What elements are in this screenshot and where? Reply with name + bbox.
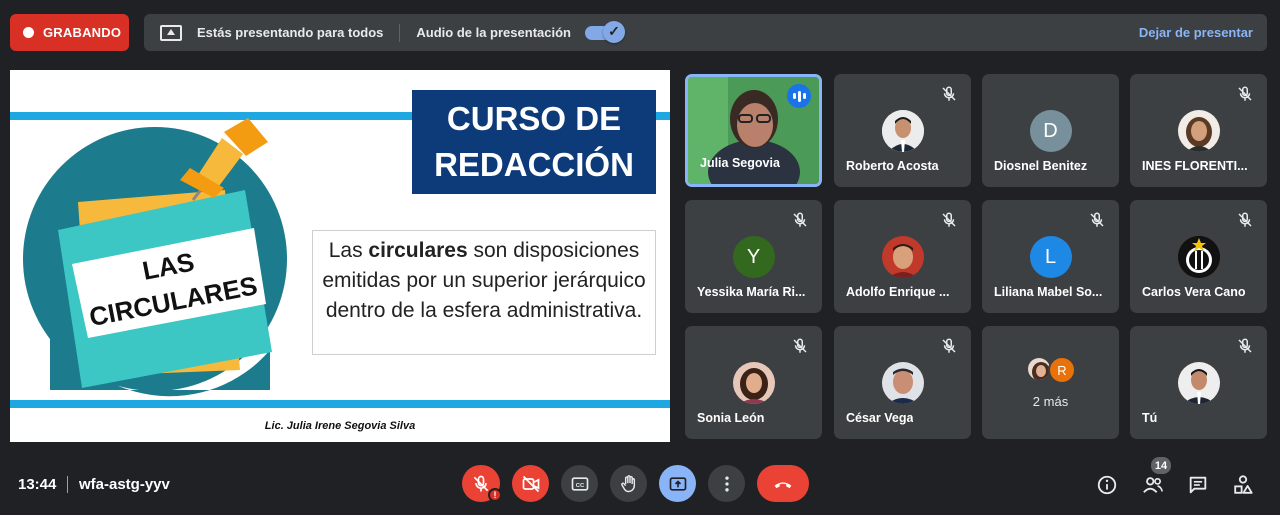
participant-name: César Vega	[846, 411, 914, 425]
participant-tile[interactable]: Y Yessika María Ri...	[685, 200, 822, 313]
mic-off-icon	[793, 212, 807, 227]
participant-tile[interactable]: D Diosnel Benitez	[982, 74, 1119, 187]
chat-button[interactable]	[1183, 470, 1213, 500]
participant-tile[interactable]: Roberto Acosta	[834, 74, 971, 187]
participant-name: Liliana Mabel So...	[994, 285, 1103, 299]
mic-off-icon	[1090, 212, 1104, 227]
camera-off-icon	[522, 475, 539, 492]
camera-button[interactable]	[512, 465, 549, 502]
speaking-indicator-icon	[787, 84, 811, 108]
self-tile[interactable]: Tú	[1130, 326, 1267, 439]
presenting-text: Estás presentando para todos	[197, 25, 384, 40]
avatar: D	[1029, 110, 1072, 152]
participant-count-badge: 14	[1151, 457, 1171, 474]
svg-text:CC: CC	[575, 482, 584, 488]
audio-toggle[interactable]: ✓	[584, 20, 625, 43]
participant-name: INES FLORENTI...	[1142, 159, 1248, 173]
presentation-bar: Estás presentando para todos Audio de la…	[144, 14, 1267, 51]
avatar	[881, 236, 924, 278]
participant-tile[interactable]: Carlos Vera Cano	[1130, 200, 1267, 313]
avatar: R	[1048, 356, 1076, 384]
participant-tile[interactable]: L Liliana Mabel So...	[982, 200, 1119, 313]
chat-icon	[1189, 476, 1207, 494]
participant-tile[interactable]: INES FLORENTI...	[1130, 74, 1267, 187]
participant-name: Carlos Vera Cano	[1142, 285, 1246, 299]
participant-name: Adolfo Enrique ...	[846, 285, 950, 299]
audio-label: Audio de la presentación	[416, 25, 571, 40]
mic-off-icon	[793, 338, 807, 353]
title-line-1: CURSO DE	[446, 100, 622, 137]
slide-author: Lic. Julia Irene Segovia Silva	[264, 420, 416, 432]
participant-tile[interactable]: Adolfo Enrique ...	[834, 200, 971, 313]
raise-hand-icon	[620, 474, 635, 492]
avatar	[1177, 110, 1220, 152]
meet-window: GRABANDO Estás presentando para todos Au…	[0, 0, 1280, 515]
more-participants-label: 2 más	[1032, 394, 1069, 409]
present-screen-icon	[160, 24, 182, 41]
avatar	[1177, 362, 1220, 404]
avatar	[732, 362, 775, 404]
check-icon: ✓	[602, 20, 625, 43]
people-icon	[1143, 477, 1163, 493]
more-options-icon	[724, 476, 729, 491]
meeting-code[interactable]: wfa-astg-yyv	[79, 476, 170, 493]
avatar: Y	[732, 236, 775, 278]
activities-button[interactable]	[1228, 470, 1258, 500]
raise-hand-button[interactable]	[610, 465, 647, 502]
description-keyword: circulares	[368, 239, 468, 262]
recording-indicator[interactable]: GRABANDO	[10, 14, 129, 51]
circulares-illustration: LAS CIRCULARES	[23, 118, 287, 397]
mic-off-icon	[1238, 86, 1252, 101]
end-call-icon	[774, 481, 792, 488]
slide-stripe-bottom	[10, 400, 670, 408]
mic-off-icon	[1238, 338, 1252, 353]
captions-icon: CC	[571, 476, 588, 491]
present-now-button[interactable]	[659, 465, 696, 502]
divider	[399, 23, 401, 42]
more-options-button[interactable]	[708, 465, 745, 502]
overflow-participants-tile[interactable]: R 2 más	[982, 326, 1119, 439]
info-icon	[1097, 475, 1117, 495]
stop-presenting-button[interactable]: Dejar de presentar	[1139, 25, 1253, 40]
captions-button[interactable]: CC	[561, 465, 598, 502]
participant-name: Diosnel Benitez	[994, 159, 1088, 173]
people-button[interactable]	[1138, 470, 1168, 500]
mic-off-icon	[942, 338, 956, 353]
record-dot-icon	[23, 27, 34, 38]
shared-slide: LAS CIRCULARES CURSO DE REDACCIÓN Las ci…	[10, 70, 670, 442]
end-call-button[interactable]	[757, 465, 809, 502]
mic-off-icon	[1238, 212, 1252, 227]
warning-icon: !	[488, 488, 502, 502]
participant-tile[interactable]: Sonia León	[685, 326, 822, 439]
participant-name: Roberto Acosta	[846, 159, 939, 173]
microphone-button[interactable]: !	[462, 465, 502, 502]
mic-off-icon	[942, 86, 956, 101]
slide-description: Las circulares son disposiciones emitida…	[312, 230, 656, 355]
participant-tile[interactable]: Julia Segovia	[685, 74, 822, 187]
avatar	[881, 362, 924, 404]
avatar: L	[1029, 236, 1072, 278]
participant-tile[interactable]: César Vega	[834, 326, 971, 439]
participant-name: Tú	[1142, 411, 1158, 425]
present-screen-icon	[669, 476, 686, 491]
divider	[67, 476, 68, 493]
club-crest-avatar	[1177, 236, 1220, 278]
meeting-details-button[interactable]	[1092, 470, 1122, 500]
recording-label: GRABANDO	[43, 25, 122, 40]
avatar	[881, 110, 924, 152]
title-line-2: REDACCIÓN	[434, 146, 634, 183]
participant-name: Yessika María Ri...	[697, 285, 806, 299]
clock-time: 13:44	[18, 476, 57, 493]
activities-icon	[1234, 475, 1253, 494]
participant-name: Sonia León	[697, 411, 765, 425]
participant-name: Julia Segovia	[700, 156, 780, 170]
slide-title: CURSO DE REDACCIÓN	[412, 90, 656, 194]
mic-off-icon	[942, 212, 956, 227]
